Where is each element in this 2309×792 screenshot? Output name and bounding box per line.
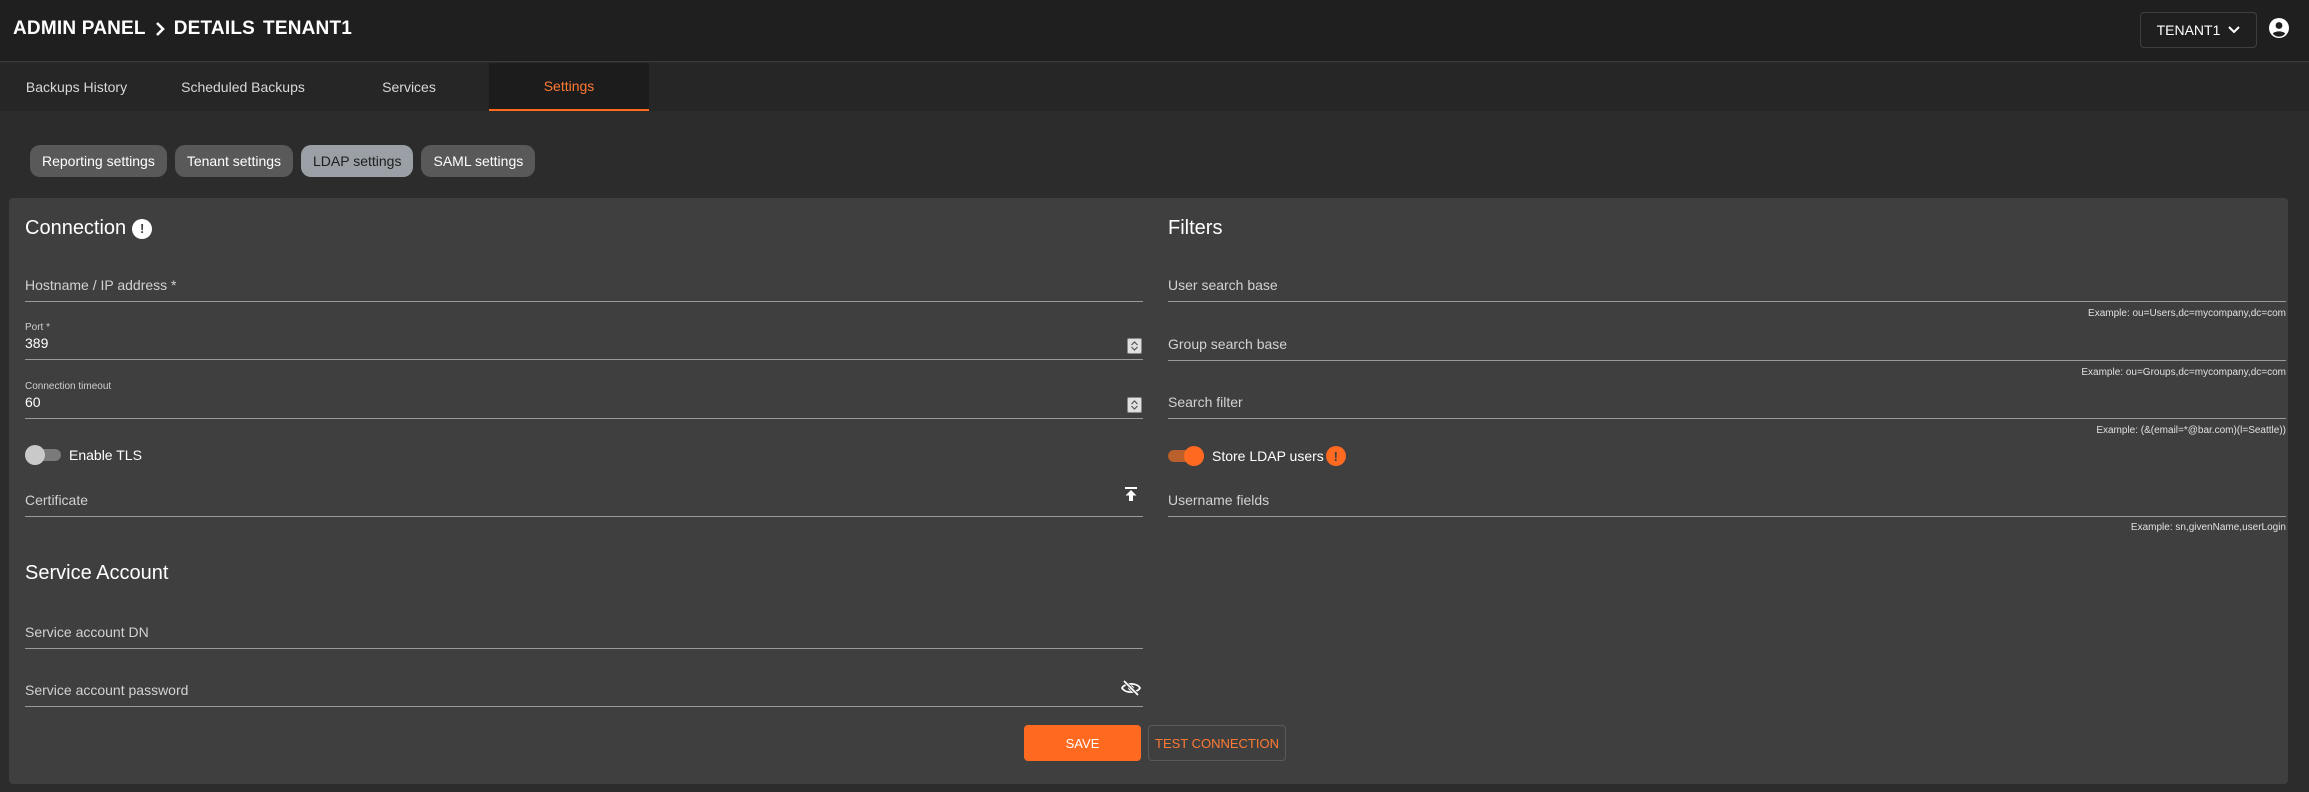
user-search-base-placeholder: User search base	[1168, 277, 1278, 293]
connection-timeout-field[interactable]: Connection timeout 60	[25, 379, 1143, 419]
port-stepper[interactable]	[1127, 338, 1142, 354]
tab-scheduled-backups[interactable]: Scheduled Backups	[163, 63, 323, 111]
enable-tls-switch[interactable]	[25, 445, 61, 465]
timeout-value: 60	[25, 394, 41, 410]
chevron-down-icon	[2228, 26, 2241, 34]
tab-settings[interactable]: Settings	[489, 63, 649, 111]
group-search-base-placeholder: Group search base	[1168, 336, 1288, 352]
store-ldap-users-switch[interactable]	[1168, 446, 1204, 466]
eye-off-icon[interactable]	[1121, 680, 1141, 696]
search-filter-helper: Example: (&(email=*@bar.com)(l=Seattle))	[2096, 425, 2286, 436]
upload-icon[interactable]	[1121, 486, 1141, 502]
tab-backups-history[interactable]: Backups History	[0, 63, 153, 111]
certificate-field[interactable]: Certificate	[25, 477, 1143, 517]
group-search-base-helper: Example: ou=Groups,dc=mycompany,dc=com	[2081, 367, 2286, 378]
store-ldap-users-label: Store LDAP users	[1212, 448, 1324, 464]
service-account-password-field[interactable]: Service account password	[25, 667, 1143, 707]
service-account-dn-placeholder: Service account DN	[25, 624, 149, 640]
store-ldap-users-row: Store LDAP users !	[1168, 446, 1346, 466]
service-account-title-text: Service Account	[25, 562, 169, 584]
stepper-icon	[1131, 400, 1138, 410]
main-tabs: Backups History Scheduled Backups Servic…	[0, 63, 2309, 111]
search-filter-placeholder: Search filter	[1168, 394, 1243, 410]
group-search-base-field[interactable]: Group search base	[1168, 321, 2286, 361]
certificate-placeholder: Certificate	[25, 492, 89, 508]
user-search-base-helper: Example: ou=Users,dc=mycompany,dc=com	[2088, 308, 2286, 319]
port-value: 389	[25, 335, 49, 351]
subtab-saml-settings[interactable]: SAML settings	[421, 145, 536, 177]
port-label: Port *	[25, 322, 51, 333]
subtab-tenant-settings[interactable]: Tenant settings	[174, 145, 294, 177]
timeout-label: Connection timeout	[25, 381, 112, 392]
stepper-icon	[1131, 341, 1138, 351]
filters-title-text: Filters	[1168, 217, 1223, 239]
hostname-placeholder: Hostname / IP address *	[25, 277, 177, 293]
port-field[interactable]: Port * 389	[25, 320, 1143, 360]
enable-tls-row: Enable TLS	[25, 445, 142, 465]
warning-info-icon[interactable]: !	[1325, 446, 1346, 466]
filters-section-title: Filters	[1168, 217, 1222, 240]
connection-title-text: Connection	[25, 217, 127, 239]
subtab-ldap-settings[interactable]: LDAP settings	[301, 145, 414, 177]
user-search-base-field[interactable]: User search base	[1168, 262, 2286, 302]
username-fields-helper: Example: sn,givenName,userLogin	[2130, 522, 2286, 533]
tab-services[interactable]: Services	[330, 63, 488, 111]
tenant-selector-label: TENANT1	[2156, 22, 2221, 38]
chevron-right-icon	[155, 22, 165, 36]
test-connection-button[interactable]: TEST CONNECTION	[1148, 725, 1286, 761]
enable-tls-label: Enable TLS	[69, 447, 142, 463]
switch-thumb	[1184, 446, 1204, 466]
timeout-stepper[interactable]	[1127, 397, 1142, 413]
service-account-password-placeholder: Service account password	[25, 682, 189, 698]
settings-subtabs: Reporting settings Tenant settings LDAP …	[30, 145, 536, 177]
tenant-selector[interactable]: TENANT1	[2140, 12, 2257, 48]
account-icon[interactable]	[2268, 17, 2290, 39]
search-filter-field[interactable]: Search filter	[1168, 379, 2286, 419]
breadcrumb: ADMIN PANEL DETAILS TENANT1	[13, 18, 352, 40]
breadcrumb-tenant: TENANT1	[263, 18, 353, 39]
save-button[interactable]: SAVE	[1024, 725, 1141, 761]
username-fields-field[interactable]: Username fields	[1168, 477, 2286, 517]
top-bar: ADMIN PANEL DETAILS TENANT1 TENANT1	[0, 0, 2309, 62]
subtab-reporting-settings[interactable]: Reporting settings	[30, 145, 167, 177]
breadcrumb-page: DETAILS	[173, 18, 256, 39]
switch-thumb	[25, 445, 45, 465]
service-account-dn-field[interactable]: Service account DN	[25, 609, 1143, 649]
service-account-section-title: Service Account	[25, 562, 168, 585]
info-icon[interactable]: !	[132, 218, 153, 239]
username-fields-placeholder: Username fields	[1168, 492, 1270, 508]
breadcrumb-root[interactable]: ADMIN PANEL	[13, 18, 146, 40]
connection-section-title: Connection !	[25, 217, 153, 240]
hostname-field[interactable]: Hostname / IP address *	[25, 262, 1143, 302]
